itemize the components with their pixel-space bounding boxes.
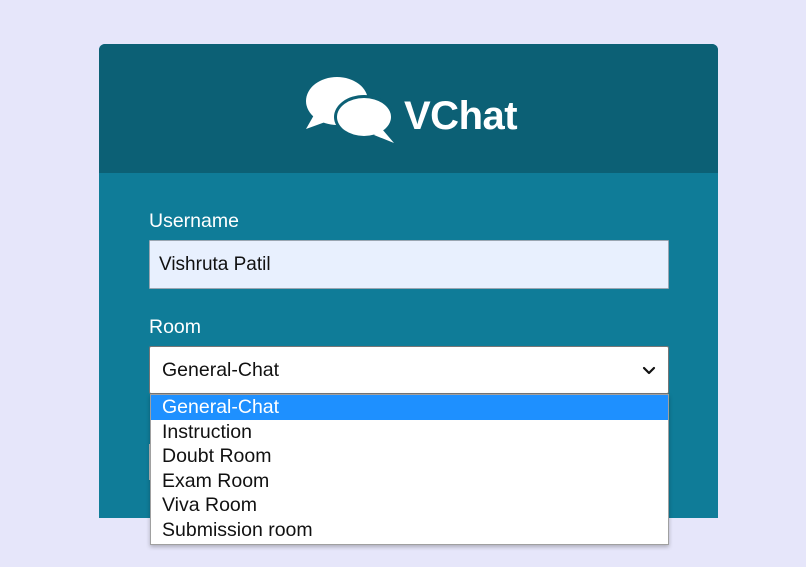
chat-bubbles-icon [304,73,396,145]
room-option[interactable]: Submission room [151,518,668,543]
room-option[interactable]: Instruction [151,420,668,445]
username-input[interactable] [149,240,669,289]
room-option[interactable]: Doubt Room [151,444,668,469]
room-option[interactable]: Exam Room [151,469,668,494]
app-logo: VChat [304,73,518,145]
room-select[interactable]: General-Chat [149,346,669,394]
room-option[interactable]: General-Chat [151,395,668,420]
room-dropdown-list: General-Chat Instruction Doubt Room Exam Ro… [150,394,669,545]
room-select-value: General-Chat [162,358,280,381]
room-label: Room [149,316,202,338]
chevron-down-icon [642,359,656,382]
room-option[interactable]: Viva Room [151,493,668,518]
card-header: VChat [99,44,718,173]
username-label: Username [149,210,239,232]
app-title: VChat [404,93,518,138]
